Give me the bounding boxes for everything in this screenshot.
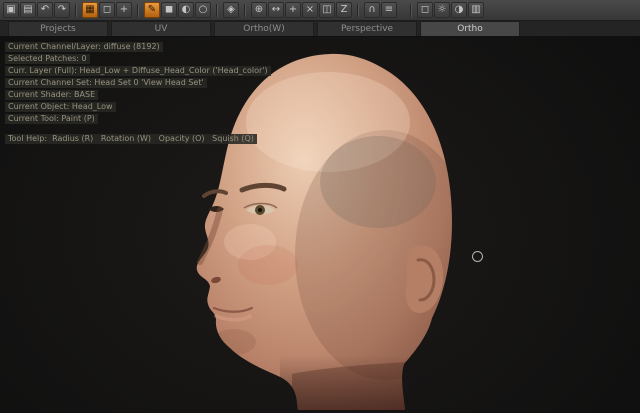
paint-brush-icon[interactable]: ✎ — [144, 2, 160, 18]
paint-group: ✎ ◼ ◐ ○ — [144, 2, 211, 18]
viewport-hud: Current Channel/Layer: diffuse (8192) Se… — [5, 42, 271, 144]
save-icon[interactable]: ▤ — [20, 2, 36, 18]
tab-perspective[interactable]: Perspective — [317, 21, 417, 36]
view-group: ◻ ☼ ◑ ▥ — [417, 2, 484, 18]
shadow-icon[interactable]: ◑ — [451, 2, 467, 18]
projection-group: ◈ — [223, 2, 239, 18]
mirror-plane-icon[interactable]: ◫ — [319, 2, 335, 18]
project-group: ▣ ▤ ↶ ↷ — [3, 2, 70, 18]
hud-current-layer: Curr. Layer (Full): Head_Low + Diffuse_H… — [5, 66, 271, 76]
mirror-vertical-icon[interactable]: + — [285, 2, 301, 18]
toolbar-separator — [410, 4, 412, 17]
eraser-icon[interactable]: ◼ — [161, 2, 177, 18]
viewport-tabbar: Projects UV Ortho(W) Perspective Ortho — [0, 21, 640, 37]
blur-icon[interactable]: ○ — [195, 2, 211, 18]
falloff-icon[interactable]: ∩ — [364, 2, 380, 18]
tab-projects[interactable]: Projects — [8, 21, 108, 36]
select-tool-icon[interactable]: ◻ — [99, 2, 115, 18]
app-window: ▣ ▤ ↶ ↷ ▦ ◻ + ✎ ◼ ◐ ○ ◈ ⊕ ↔ + × ◫ — [0, 0, 640, 413]
toolbar-separator — [216, 4, 218, 17]
hud-current-object: Current Object: Head_Low — [5, 102, 116, 112]
mirror-horizontal-icon[interactable]: ↔ — [268, 2, 284, 18]
paint-viewport[interactable]: Current Channel/Layer: diffuse (8192) Se… — [0, 37, 640, 413]
main-toolbar: ▣ ▤ ↶ ↷ ▦ ◻ + ✎ ◼ ◐ ○ ◈ ⊕ ↔ + × ◫ — [0, 0, 640, 21]
wireframe-icon[interactable]: ▥ — [468, 2, 484, 18]
toolbar-separator — [244, 4, 246, 17]
hud-current-tool: Current Tool: Paint (P) — [5, 114, 98, 124]
mirror-radial-icon[interactable]: ⊕ — [251, 2, 267, 18]
camera-icon[interactable]: ◻ — [417, 2, 433, 18]
redo-icon[interactable]: ↷ — [54, 2, 70, 18]
paint-through-icon[interactable]: ◈ — [223, 2, 239, 18]
tab-uv[interactable]: UV — [111, 21, 211, 36]
light-icon[interactable]: ☼ — [434, 2, 450, 18]
hud-channel-set: Current Channel Set: Head Set 0 'View He… — [5, 78, 207, 88]
hud-current-channel: Current Channel/Layer: diffuse (8192) — [5, 42, 163, 52]
clone-stamp-icon[interactable]: ◐ — [178, 2, 194, 18]
hud-selected-patches: Selected Patches: 0 — [5, 54, 90, 64]
falloff-group: ∩ ≡ — [364, 2, 397, 18]
toolbar-separator — [357, 4, 359, 17]
tab-ortho-w[interactable]: Ortho(W) — [214, 21, 314, 36]
mirror-cross-icon[interactable]: × — [302, 2, 318, 18]
undo-icon[interactable]: ↶ — [37, 2, 53, 18]
tab-ortho[interactable]: Ortho — [420, 21, 520, 36]
move-tool-icon[interactable]: + — [116, 2, 132, 18]
buffer-group: ▦ ◻ + — [82, 2, 132, 18]
hud-current-shader: Current Shader: BASE — [5, 90, 98, 100]
brush-cursor — [472, 251, 483, 262]
cube-icon[interactable]: ▣ — [3, 2, 19, 18]
profile-icon[interactable]: ≡ — [381, 2, 397, 18]
toolbar-separator — [137, 4, 139, 17]
toolbar-separator — [75, 4, 77, 17]
hud-tool-help: Tool Help: Radius (R) Rotation (W) Opaci… — [5, 134, 257, 144]
paint-buffer-icon[interactable]: ▦ — [82, 2, 98, 18]
depth-mask-icon[interactable]: Z — [336, 2, 352, 18]
symmetry-group: ⊕ ↔ + × ◫ Z — [251, 2, 352, 18]
